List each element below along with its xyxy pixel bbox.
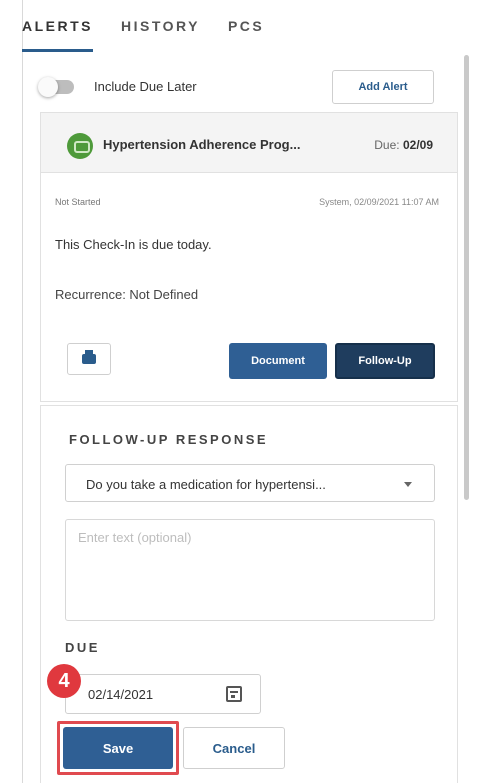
alert-card-body: Not Started System, 02/09/2021 11:07 AM …	[41, 173, 457, 402]
follow-up-section: FOLLOW-UP RESPONSE Do you take a medicat…	[40, 405, 458, 783]
save-button[interactable]: Save	[63, 727, 173, 769]
tab-pcs[interactable]: PCS	[228, 18, 264, 52]
response-text-input[interactable]	[65, 519, 435, 621]
include-due-later-label: Include Due Later	[94, 79, 197, 94]
alert-recurrence: Recurrence: Not Defined	[55, 287, 199, 302]
print-button[interactable]	[67, 343, 111, 375]
alert-message: This Check-In is due today.	[55, 237, 212, 252]
follow-up-title: FOLLOW-UP RESPONSE	[69, 432, 269, 447]
alert-source: System, 02/09/2021 11:07 AM	[319, 197, 439, 207]
tab-history[interactable]: HISTORY	[121, 18, 200, 52]
alert-due: Due: 02/09	[374, 138, 433, 152]
toggle-knob	[38, 77, 58, 97]
calendar-icon[interactable]	[226, 686, 242, 702]
alert-status: Not Started	[55, 197, 101, 207]
printer-icon	[82, 350, 96, 364]
step-badge: 4	[47, 664, 81, 698]
tab-alerts[interactable]: ALERTS	[22, 18, 93, 52]
program-icon	[67, 133, 93, 159]
follow-up-button[interactable]: Follow-Up	[335, 343, 435, 379]
include-due-later-toggle[interactable]	[38, 77, 74, 97]
chevron-down-icon	[404, 482, 412, 487]
alert-title: Hypertension Adherence Prog...	[103, 137, 301, 152]
due-prefix: Due:	[374, 138, 400, 152]
alert-card: Hypertension Adherence Prog... Due: 02/0…	[40, 112, 458, 402]
scrollbar[interactable]	[464, 55, 469, 500]
due-date-field[interactable]: 02/14/2021	[65, 674, 261, 714]
due-date-value: 02/14/2021	[88, 687, 154, 702]
document-button[interactable]: Document	[229, 343, 327, 379]
cancel-button[interactable]: Cancel	[183, 727, 285, 769]
follow-up-question-select[interactable]: Do you take a medication for hypertensi.…	[65, 464, 435, 502]
tab-bar: ALERTS HISTORY PCS	[22, 18, 292, 52]
alert-card-header[interactable]: Hypertension Adherence Prog... Due: 02/0…	[41, 113, 457, 173]
alerts-toolbar: Include Due Later Add Alert	[22, 70, 434, 104]
selected-question: Do you take a medication for hypertensi.…	[86, 477, 326, 492]
due-date: 02/09	[402, 138, 433, 152]
due-label: DUE	[65, 640, 100, 655]
add-alert-button[interactable]: Add Alert	[332, 70, 434, 104]
